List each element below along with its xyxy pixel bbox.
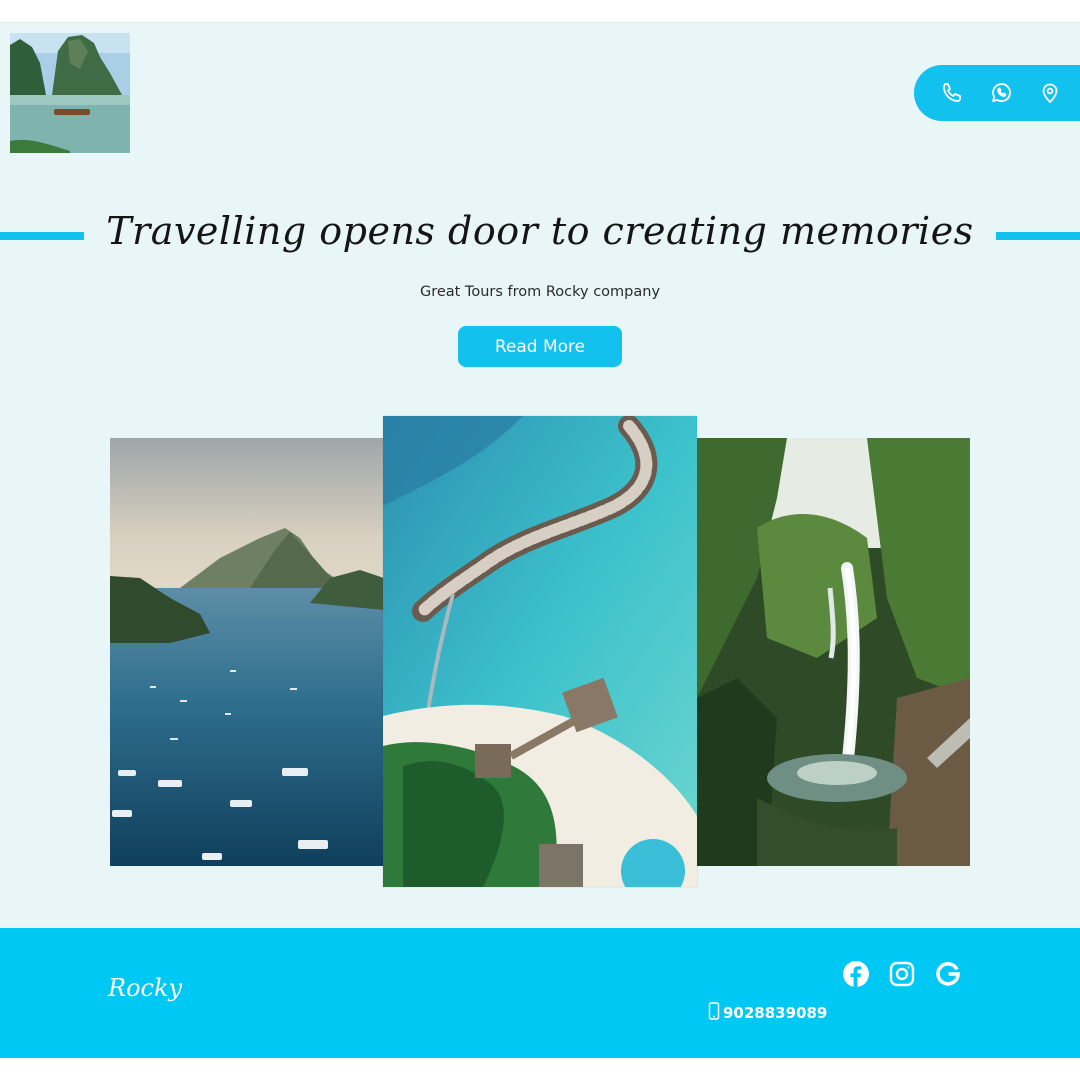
hero-headline: Travelling opens door to creating memori… (106, 209, 974, 253)
google-icon[interactable] (934, 960, 962, 988)
footer-phone-number: 9028839089 (723, 1004, 828, 1022)
facebook-icon[interactable] (842, 960, 870, 988)
footer: Rocky 9028839089 (0, 928, 1080, 1058)
page-frame: Travelling opens door to creating memori… (0, 22, 1080, 1058)
location-pin-icon[interactable] (1037, 80, 1063, 106)
footer-phone[interactable]: 9028839089 (708, 1002, 827, 1024)
overwater-villas-photo (383, 416, 697, 887)
whatsapp-icon[interactable] (988, 80, 1014, 106)
social-links (842, 960, 962, 988)
phone-icon[interactable] (939, 80, 965, 106)
read-more-button[interactable]: Read More (458, 326, 622, 367)
hero-subtitle: Great Tours from Rocky company (419, 284, 661, 300)
logo-image[interactable] (10, 33, 130, 153)
bay-islands-photo (110, 438, 384, 866)
instagram-icon[interactable] (888, 960, 916, 988)
mobile-phone-icon (708, 1002, 720, 1024)
footer-brand[interactable]: Rocky (108, 974, 182, 1002)
contact-bar (914, 65, 1080, 121)
jungle-waterfall-photo (697, 438, 970, 866)
